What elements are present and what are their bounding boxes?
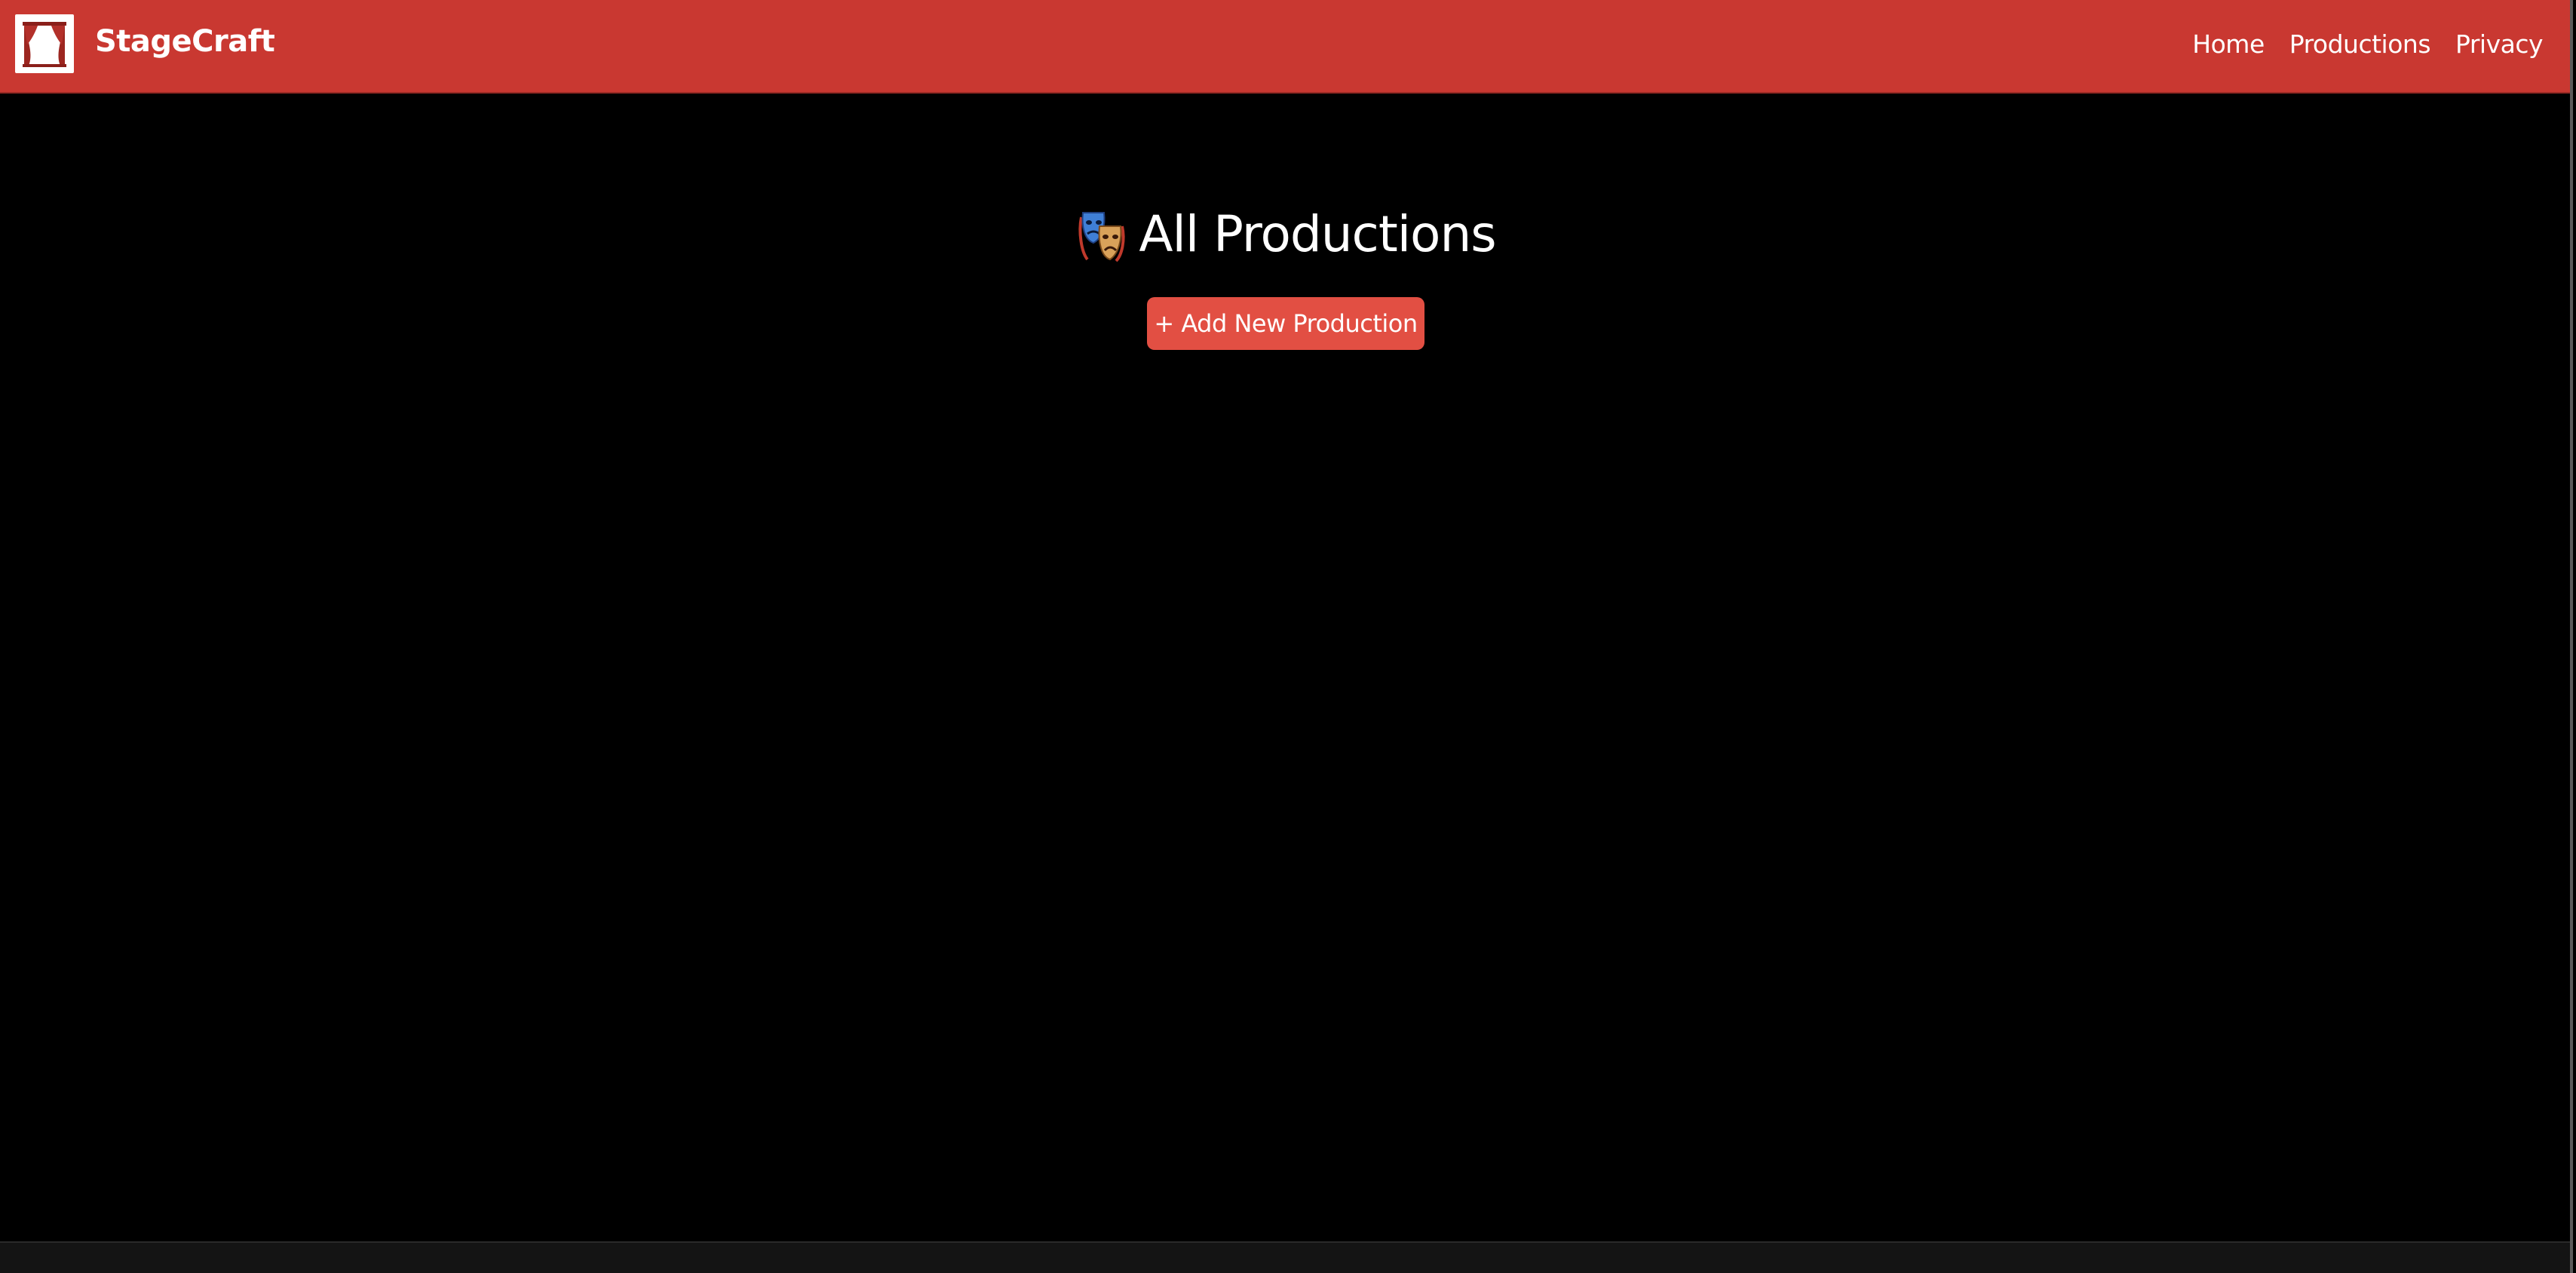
theater-curtain-icon[interactable] xyxy=(15,14,74,73)
navbar: StageCraft Home Productions Privacy xyxy=(0,0,2573,94)
nav-link-privacy[interactable]: Privacy xyxy=(2455,29,2543,59)
nav-link-home[interactable]: Home xyxy=(2192,29,2265,59)
title-row: All Productions xyxy=(0,205,2573,263)
theater-masks-icon xyxy=(1077,210,1127,262)
window-edge xyxy=(2570,0,2573,1273)
page: StageCraft Home Productions Privacy All … xyxy=(0,0,2573,1273)
add-new-production-button[interactable]: + Add New Production xyxy=(1147,297,1424,350)
footer xyxy=(0,1241,2573,1273)
brand[interactable]: StageCraft xyxy=(15,14,275,74)
nav-links: Home Productions Privacy xyxy=(2167,0,2543,87)
nav-link-productions[interactable]: Productions xyxy=(2289,29,2431,59)
page-title: All Productions xyxy=(1139,205,1496,263)
brand-name[interactable]: StageCraft xyxy=(95,24,275,59)
